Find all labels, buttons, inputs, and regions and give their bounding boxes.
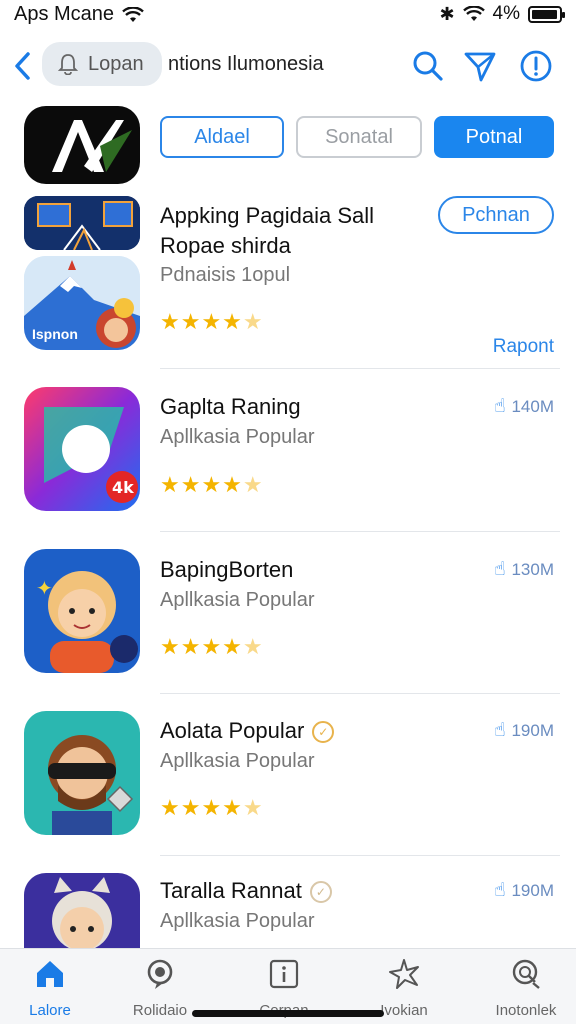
svg-text:4k: 4k: [112, 478, 134, 497]
cat-girl-icon: [24, 873, 140, 948]
info-icon[interactable]: [518, 48, 554, 84]
battery-percent: 4%: [492, 3, 520, 24]
battery-icon: [528, 5, 565, 23]
send-icon[interactable]: [462, 48, 498, 84]
verified-badge-icon: ✓: [309, 881, 332, 904]
wifi-icon: [462, 6, 485, 21]
hand-download-icon: ☝: [493, 720, 506, 741]
dashboard-illustration-icon: [24, 196, 140, 250]
bearded-man-icon: [24, 711, 140, 835]
download-size: ☝ 140M: [494, 395, 554, 418]
app-icon-1[interactable]: 4k: [24, 387, 140, 511]
app-subtitle: Apllkasia Popular: [160, 750, 315, 772]
download-size-label: 130M: [511, 559, 554, 579]
avatar-girl-icon: ✦: [24, 549, 140, 673]
featured-app-name-line2: Ropae shirda: [160, 233, 291, 258]
tab-label: Lalore: [29, 1002, 71, 1019]
app-name: BapingBorten: [160, 557, 294, 582]
divider: [160, 693, 560, 694]
tab-home[interactable]: Lalore: [0, 957, 100, 1019]
star-rating: ★★★★★: [160, 795, 264, 820]
download-size-label: 140M: [511, 396, 554, 416]
star-rating: ★★★★★: [160, 634, 264, 659]
hand-download-icon: ☝: [493, 880, 506, 901]
app-name: Aolata Popular ✓: [160, 718, 335, 744]
get-button[interactable]: Pchnan: [438, 196, 554, 234]
home-indicator: [192, 1010, 384, 1017]
info-box-icon: [269, 959, 299, 989]
carrier-label: Aps Mcane: [14, 3, 115, 25]
wifi-icon: [122, 6, 144, 22]
page-title: ntions Ilumonesia: [168, 53, 324, 75]
download-size: ☝ 190M: [494, 719, 554, 742]
featured-icon-text: Ispnon: [32, 326, 78, 342]
svg-text:✦: ✦: [36, 576, 53, 600]
star-burst-icon: [389, 959, 419, 989]
chat-icon: [147, 959, 173, 989]
featured-app-name-line1: Appking Pagidaia Sall: [160, 203, 375, 228]
star-rating: ★★★★★: [160, 309, 264, 334]
featured-brand-logo[interactable]: [24, 106, 140, 184]
featured-app-subtitle: Pdnaisis 1opul: [160, 264, 291, 286]
bluetooth-icon: ✱: [439, 3, 455, 24]
location-pill[interactable]: Lopan: [42, 42, 162, 86]
tab-search[interactable]: Inotonlek: [476, 957, 576, 1019]
download-size: ☝ 130M: [494, 558, 554, 581]
filter-chip-3[interactable]: Potnal: [434, 116, 554, 158]
featured-banner-image[interactable]: [24, 196, 140, 250]
back-chevron-icon[interactable]: [8, 46, 38, 86]
hand-download-icon: ☝: [493, 559, 506, 580]
divider: [160, 368, 560, 369]
app-name: Taralla Rannat ✓: [160, 878, 332, 904]
download-size-label: 190M: [511, 880, 554, 900]
divider: [160, 531, 560, 532]
filter-chip-1[interactable]: Aldael: [160, 116, 284, 158]
app-subtitle: Apllkasia Popular: [160, 589, 315, 611]
download-size: ☝ 190M: [494, 879, 554, 902]
brand-logo-icon: [52, 120, 132, 172]
app-subtitle: Apllkasia Popular: [160, 910, 315, 932]
status-bar: Aps Mcane ✱ 4%: [0, 0, 576, 30]
report-link[interactable]: Rapont: [493, 336, 554, 358]
app-name: Gaplta Raning: [160, 394, 301, 419]
download-size-label: 190M: [511, 720, 554, 740]
search-icon[interactable]: [410, 48, 446, 84]
search-bubble-icon: [512, 959, 540, 989]
tab-label: Inotonlek: [495, 1002, 557, 1019]
app-icon-3[interactable]: [24, 711, 140, 835]
hand-download-icon: ☝: [493, 396, 506, 417]
location-pill-label: Lopan: [88, 52, 144, 75]
divider: [160, 855, 560, 856]
app-icon-2[interactable]: ✦: [24, 549, 140, 673]
featured-app-icon[interactable]: Ispnon: [24, 256, 140, 350]
camera-gradient-icon: 4k: [24, 387, 140, 511]
app-subtitle: Apllkasia Popular: [160, 426, 315, 448]
star-rating: ★★★★★: [160, 472, 264, 497]
bell-icon: [58, 54, 78, 75]
verified-badge-icon: ✓: [312, 721, 335, 744]
nav-header: Lopan ntions Ilumonesia: [0, 40, 576, 92]
app-icon-4[interactable]: [24, 873, 140, 948]
home-icon: [37, 961, 63, 987]
filter-chip-2[interactable]: Sonatal: [296, 116, 422, 158]
